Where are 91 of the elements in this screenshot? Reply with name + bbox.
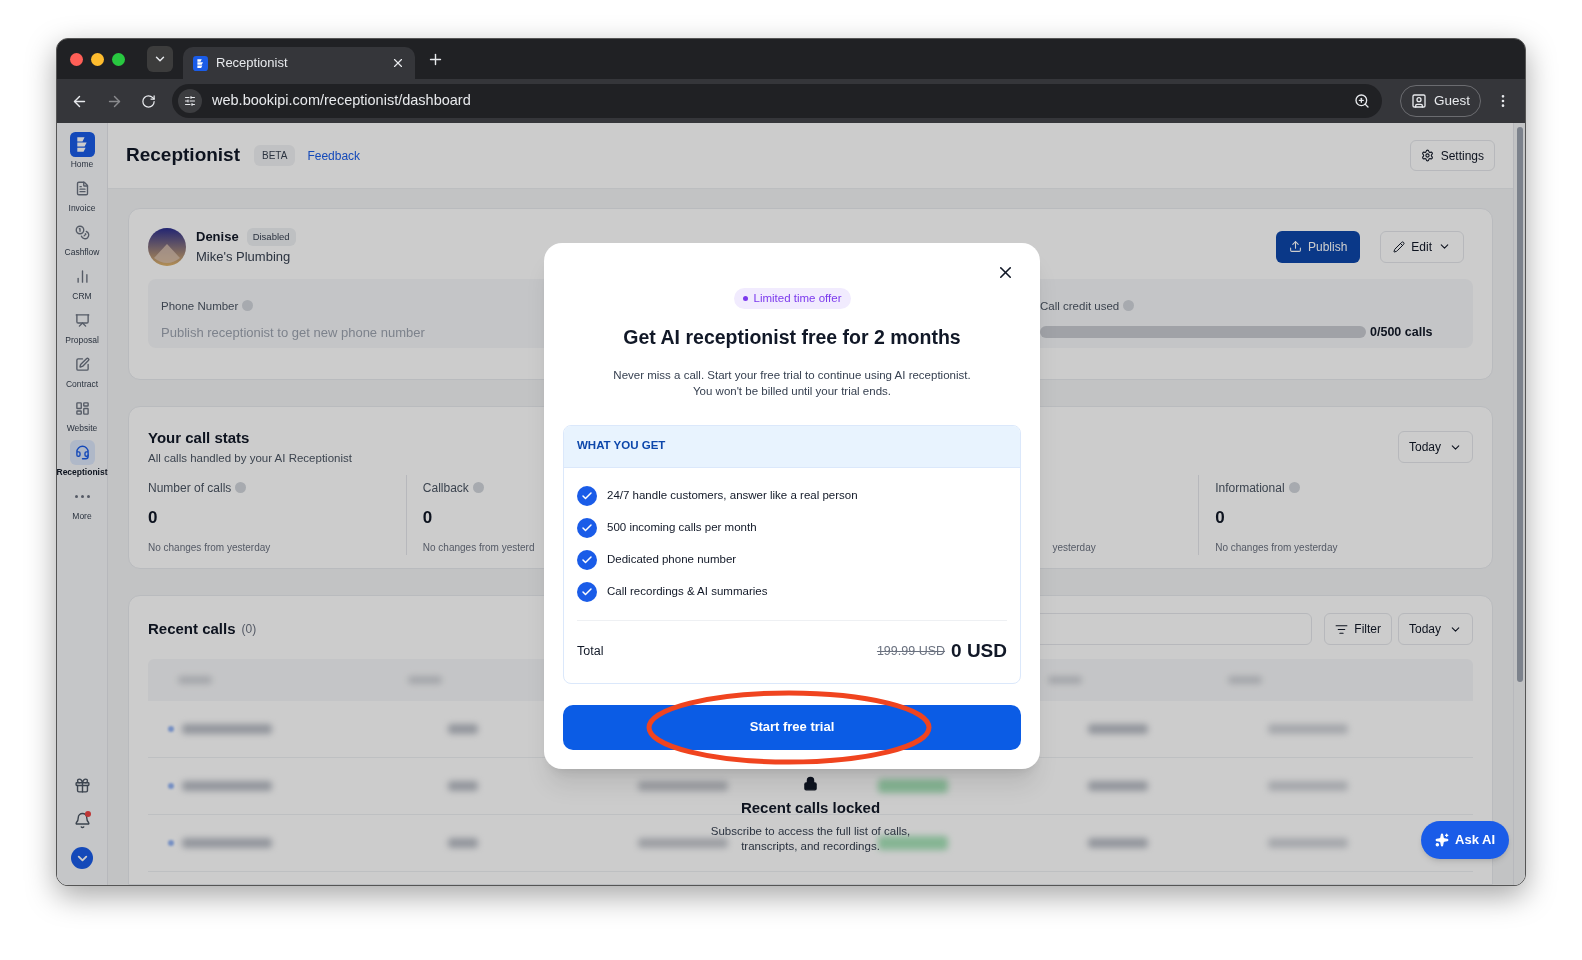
upload-icon [1288, 240, 1302, 253]
phone-label: Phone Number [161, 300, 239, 312]
stat-label: Informational [1215, 480, 1285, 495]
dialog-description: You won't be billed until your trial ends. [692, 383, 891, 399]
edit-button[interactable]: Edit [1380, 230, 1464, 263]
sidebar-item[interactable]: Receptionist [57, 437, 107, 481]
benefit-text: 24/7 handle customers, answer like a real person [607, 487, 858, 503]
period-dropdown[interactable]: Today [1397, 613, 1473, 645]
zoom-icon[interactable] [1353, 93, 1370, 109]
profile-icon [1410, 93, 1427, 109]
info-icon [1123, 300, 1135, 312]
app-logo-icon [193, 55, 208, 71]
call-count: (0) [241, 621, 257, 638]
info-icon [242, 300, 254, 312]
filter-icon [1335, 622, 1349, 636]
address-bar[interactable]: web.bookipi.com/receptionist/dashboard [172, 84, 1382, 118]
start-trial-button[interactable]: Start free trial [563, 704, 1021, 750]
phone-hint: Publish receptionist to get new phone number [161, 324, 425, 342]
filter-button[interactable]: Filter [1324, 613, 1392, 645]
period-dropdown[interactable]: Today [1397, 431, 1473, 463]
check-icon [577, 549, 597, 570]
pencil-icon [1393, 240, 1406, 253]
stat-value: 0 [1215, 506, 1225, 529]
section-title: Recent calls [148, 618, 236, 639]
avatar-icon [148, 227, 186, 266]
trial-price: 0 USD [951, 639, 1007, 664]
status-label: Disabled [246, 227, 296, 246]
credit-reading: 0/500 calls [1370, 324, 1433, 341]
close-tab-icon[interactable] [391, 56, 405, 70]
sidebar-item[interactable]: CRM [57, 261, 107, 305]
credit-label: Call credit used [1040, 300, 1120, 312]
gift-icon[interactable] [73, 777, 91, 794]
locked-title: Recent calls locked [740, 798, 881, 818]
stat-note: No changes from yesterd [422, 541, 535, 556]
stat-label: Callback [422, 480, 469, 495]
locked-text: Subscribe to access the full list of calls, transcripts, and recordings. [709, 823, 912, 854]
benefit-text: Call recordings & AI summaries [607, 583, 768, 599]
stat-note: No changes from yesterday [1215, 541, 1338, 556]
settings-button[interactable]: Settings [1409, 140, 1495, 171]
maximize-window-icon[interactable] [112, 52, 125, 66]
help-icon[interactable] [71, 847, 93, 869]
stat-note: No changes from yesterday [148, 541, 271, 556]
agent-name: Denise [196, 228, 239, 246]
stat-label: Number of calls [148, 480, 232, 495]
page-title: Receptionist [126, 143, 241, 168]
check-icon [577, 581, 597, 602]
dialog-title: Get AI receptionist free for 2 months [623, 325, 961, 351]
panel-heading: WHAT YOU GET [577, 438, 666, 454]
url-text: web.bookipi.com/receptionist/dashboard [212, 91, 472, 111]
tab-title: Receptionist [216, 54, 289, 73]
publish-button[interactable]: Publish [1275, 230, 1361, 263]
settings-icon [1420, 149, 1434, 162]
info-icon [472, 482, 484, 493]
info-icon [235, 482, 247, 493]
stat-value: 0 [422, 506, 433, 529]
sparkles-icon [1435, 833, 1449, 847]
browser-tab[interactable]: Receptionist [183, 47, 415, 79]
offer-label: Limited time offer [733, 288, 851, 310]
lock-icon [803, 776, 818, 791]
sidebar-item[interactable]: Cashflow [57, 217, 107, 261]
section-title: Your call stats [148, 428, 251, 448]
check-icon [577, 485, 597, 506]
tab-list-button[interactable] [147, 46, 173, 72]
dialog-description: Never miss a call. Start your free trial to continue using AI receptionist. [613, 367, 971, 383]
reload-icon[interactable] [141, 93, 156, 109]
more-icon [74, 495, 90, 498]
sidebar-item[interactable]: Proposal [57, 305, 107, 349]
info-icon [1288, 482, 1300, 493]
notifications-icon[interactable] [73, 812, 91, 829]
stat-value: 0 [148, 506, 158, 529]
ask-ai-button[interactable]: Ask AI [1421, 821, 1509, 859]
stat-note: yesterday [1052, 541, 1096, 556]
app-logo-icon [69, 132, 95, 157]
benefit-text: Dedicated phone number [607, 551, 737, 567]
sidebar-item[interactable]: Invoice [57, 173, 107, 217]
check-icon [577, 517, 597, 538]
sidebar-item[interactable]: More [57, 481, 107, 525]
business-name: Mike's Plumbing [196, 247, 292, 266]
beta-label: BETA [254, 145, 296, 166]
sidebar-item[interactable]: Website [57, 393, 107, 437]
original-price: 199.99 USD [876, 643, 946, 661]
headset-icon [69, 440, 95, 465]
sidebar-item[interactable]: Home [57, 129, 107, 173]
site-settings-icon[interactable] [178, 89, 202, 113]
minimize-window-icon[interactable] [91, 52, 104, 66]
close-window-icon[interactable] [70, 52, 83, 66]
total-label: Total [577, 643, 604, 661]
section-subtitle: All calls handled by your AI Receptionist [148, 450, 352, 466]
sidebar-item[interactable]: Contract [57, 349, 107, 393]
feedback-link[interactable]: Feedback [307, 146, 361, 165]
benefit-text: 500 incoming calls per month [607, 519, 757, 535]
